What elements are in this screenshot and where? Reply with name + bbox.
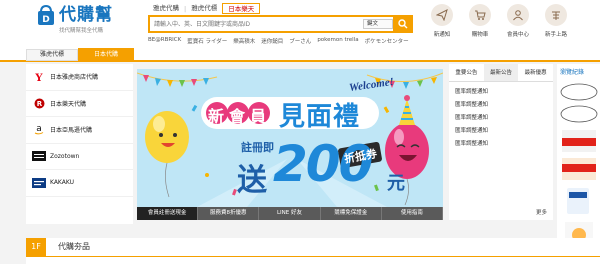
floor-section: 1F 代購夯品 xyxy=(26,238,600,264)
shop-item-yahoo[interactable]: Y 日本雅虎商店代購 xyxy=(26,64,133,91)
history-thumbnail[interactable] xyxy=(560,105,598,123)
search-bar: 鍵文 xyxy=(148,15,413,33)
banner-unit: 元 xyxy=(387,173,405,194)
cart-icon xyxy=(469,4,491,26)
browse-history-title: 瀏覽紀錄 xyxy=(560,69,585,76)
news-panel: 重要公告 最新公告 最新優惠 匯率調整通知 匯率調整通知 匯率調整通知 匯率調整… xyxy=(449,64,553,220)
shop-item-amazon[interactable]: a 日本亞馬遜代購 xyxy=(26,117,133,144)
history-thumbnail[interactable] xyxy=(562,158,596,180)
banner-title-left: 新會員 xyxy=(208,107,272,126)
floor-title: 代購夯品 xyxy=(58,242,90,251)
news-item[interactable]: 匯率調整通知 xyxy=(455,112,553,125)
shop-label: 日本樂天代購 xyxy=(50,100,87,108)
shop-item-kakaku[interactable]: KAKAKU xyxy=(26,170,133,197)
user-icon xyxy=(507,4,529,26)
shop-label: KAKAKU xyxy=(50,179,75,187)
hot-keywords: BE@RBRICK 藍寶石 ライダー 樂高積木 迷你鎚目 ブーさん pokemo… xyxy=(148,37,415,45)
tab-yahoo-purchase[interactable]: 雅虎代購 xyxy=(148,3,184,14)
rakuten-logo-icon: R xyxy=(32,97,46,109)
history-thumbnail[interactable] xyxy=(562,130,596,152)
shop-label: 日本雅虎商店代購 xyxy=(50,74,99,82)
nav-beginner-guide-label: 新手上路 xyxy=(544,32,567,38)
shop-list: Y 日本雅虎商店代購 R 日本樂天代購 a 日本亞馬遜代購 Zozotown K… xyxy=(26,64,133,224)
promo-banner[interactable]: Welcome! 新會員 見面禮 註冊即 送 200 元 折抵券 xyxy=(137,69,443,207)
nav-notifications-label: 新通知 xyxy=(433,32,451,38)
banner-nav-item[interactable]: 競標免保證金 xyxy=(320,207,382,220)
tab-latest-offers[interactable]: 最新優惠 xyxy=(518,64,553,81)
banner-title-right: 見面禮 xyxy=(279,102,361,132)
banner-send-text: 送 xyxy=(237,163,267,198)
banner-register-text: 註冊即 xyxy=(241,141,274,154)
tab-latest-notices[interactable]: 最新公告 xyxy=(483,64,519,81)
hot-keyword-link[interactable]: ポケモンセンター xyxy=(365,37,409,45)
hot-keyword-link[interactable]: 迷你鎚目 xyxy=(261,37,283,45)
guide-icon xyxy=(545,4,567,26)
banner-nav-item[interactable]: 會員註冊送現金 xyxy=(137,207,199,220)
banner-nav-item[interactable]: 服務費8折優惠 xyxy=(198,207,260,220)
hot-keyword-link[interactable]: pokemon trella xyxy=(317,37,358,45)
amazon-logo-icon: a xyxy=(32,124,46,136)
tab-yahoo-auction[interactable]: 雅虎代標 xyxy=(26,49,78,61)
yahoo-logo-icon: Y xyxy=(32,71,46,83)
floor-divider xyxy=(26,256,600,257)
banner-nav: 會員註冊送現金 服務費8折優惠 LINE 好友 競標免保證金 使用指南 xyxy=(137,207,444,220)
tab-japan-purchase[interactable]: 日本代購 xyxy=(78,48,134,62)
news-item[interactable]: 匯率調整通知 xyxy=(455,138,553,151)
svg-text:D: D xyxy=(42,15,49,25)
kakaku-logo-icon xyxy=(32,177,46,189)
hot-keyword-link[interactable]: 藍寶石 ライダー xyxy=(187,37,227,45)
tab-important-notices[interactable]: 重要公告 xyxy=(449,64,484,81)
nav-member-center[interactable]: 會員中心 xyxy=(500,4,536,38)
brand-tagline: 找代購幫我全代購 xyxy=(59,28,104,34)
news-item[interactable]: 匯率調整通知 xyxy=(455,99,553,112)
nav-cart[interactable]: 購物車 xyxy=(462,4,498,38)
shop-label: 日本亞馬遜代購 xyxy=(50,127,93,135)
nav-beginner-guide[interactable]: 新手上路 xyxy=(538,4,574,38)
floor-number: 1F xyxy=(26,238,46,256)
svg-text:R: R xyxy=(36,100,42,108)
more-link[interactable]: 更多 xyxy=(536,208,547,216)
tab-rakuten[interactable]: 日本樂天 xyxy=(222,3,261,14)
news-item[interactable]: 匯率調整通知 xyxy=(455,125,553,138)
brand-name: 代購幫 xyxy=(59,5,113,25)
news-item[interactable]: 匯率調整通知 xyxy=(455,86,553,99)
paper-plane-icon xyxy=(431,4,453,26)
nav-notifications[interactable]: 新通知 xyxy=(424,4,460,38)
news-tabs: 重要公告 最新公告 最新優惠 xyxy=(449,64,553,82)
hot-keyword-link[interactable]: BE@RBRICK xyxy=(148,37,181,45)
svg-text:Y: Y xyxy=(34,73,43,82)
hot-keyword-link[interactable]: ブーさん xyxy=(289,37,311,45)
history-thumbnail[interactable] xyxy=(560,83,598,101)
banner-nav-item[interactable]: 使用指南 xyxy=(381,207,444,220)
news-list: 匯率調整通知 匯率調整通知 匯率調整通知 匯率調整通知 匯率調整通知 xyxy=(449,82,553,151)
search-input[interactable] xyxy=(154,20,354,30)
site-tabs: 雅虎代購 | 雅虎代標 日本樂天 xyxy=(148,3,261,14)
search-icon xyxy=(398,19,408,29)
nav-member-center-label: 會員中心 xyxy=(506,32,529,38)
shop-item-zozotown[interactable]: Zozotown xyxy=(26,144,133,170)
hot-keyword-link[interactable]: 樂高積木 xyxy=(233,37,255,45)
shop-item-rakuten[interactable]: R 日本樂天代購 xyxy=(26,91,133,117)
shopping-bag-logo-icon: D xyxy=(36,4,56,26)
logo[interactable]: D 代購幫 找代購幫我全代購 xyxy=(36,4,113,34)
icon-nav: 新通知 購物車 會員中心 新手上路 xyxy=(424,4,576,38)
tab-yahoo-bid[interactable]: 雅虎代標 xyxy=(186,3,222,14)
browse-history: 瀏覽紀錄 xyxy=(557,64,600,264)
banner-nav-item[interactable]: LINE 好友 xyxy=(259,207,321,220)
shop-label: Zozotown xyxy=(50,152,80,160)
search-button[interactable] xyxy=(393,15,413,33)
nav-cart-label: 購物車 xyxy=(471,32,489,38)
category-bar: 雅虎代標 日本代購 xyxy=(0,46,600,62)
zozotown-logo-icon xyxy=(32,150,46,162)
svg-text:a: a xyxy=(36,124,42,134)
history-thumbnail[interactable] xyxy=(567,188,589,214)
header: D 代購幫 找代購幫我全代購 雅虎代購 | 雅虎代標 日本樂天 鍵文 BE@RB… xyxy=(0,0,600,46)
search-type-select[interactable]: 鍵文 xyxy=(363,19,393,29)
